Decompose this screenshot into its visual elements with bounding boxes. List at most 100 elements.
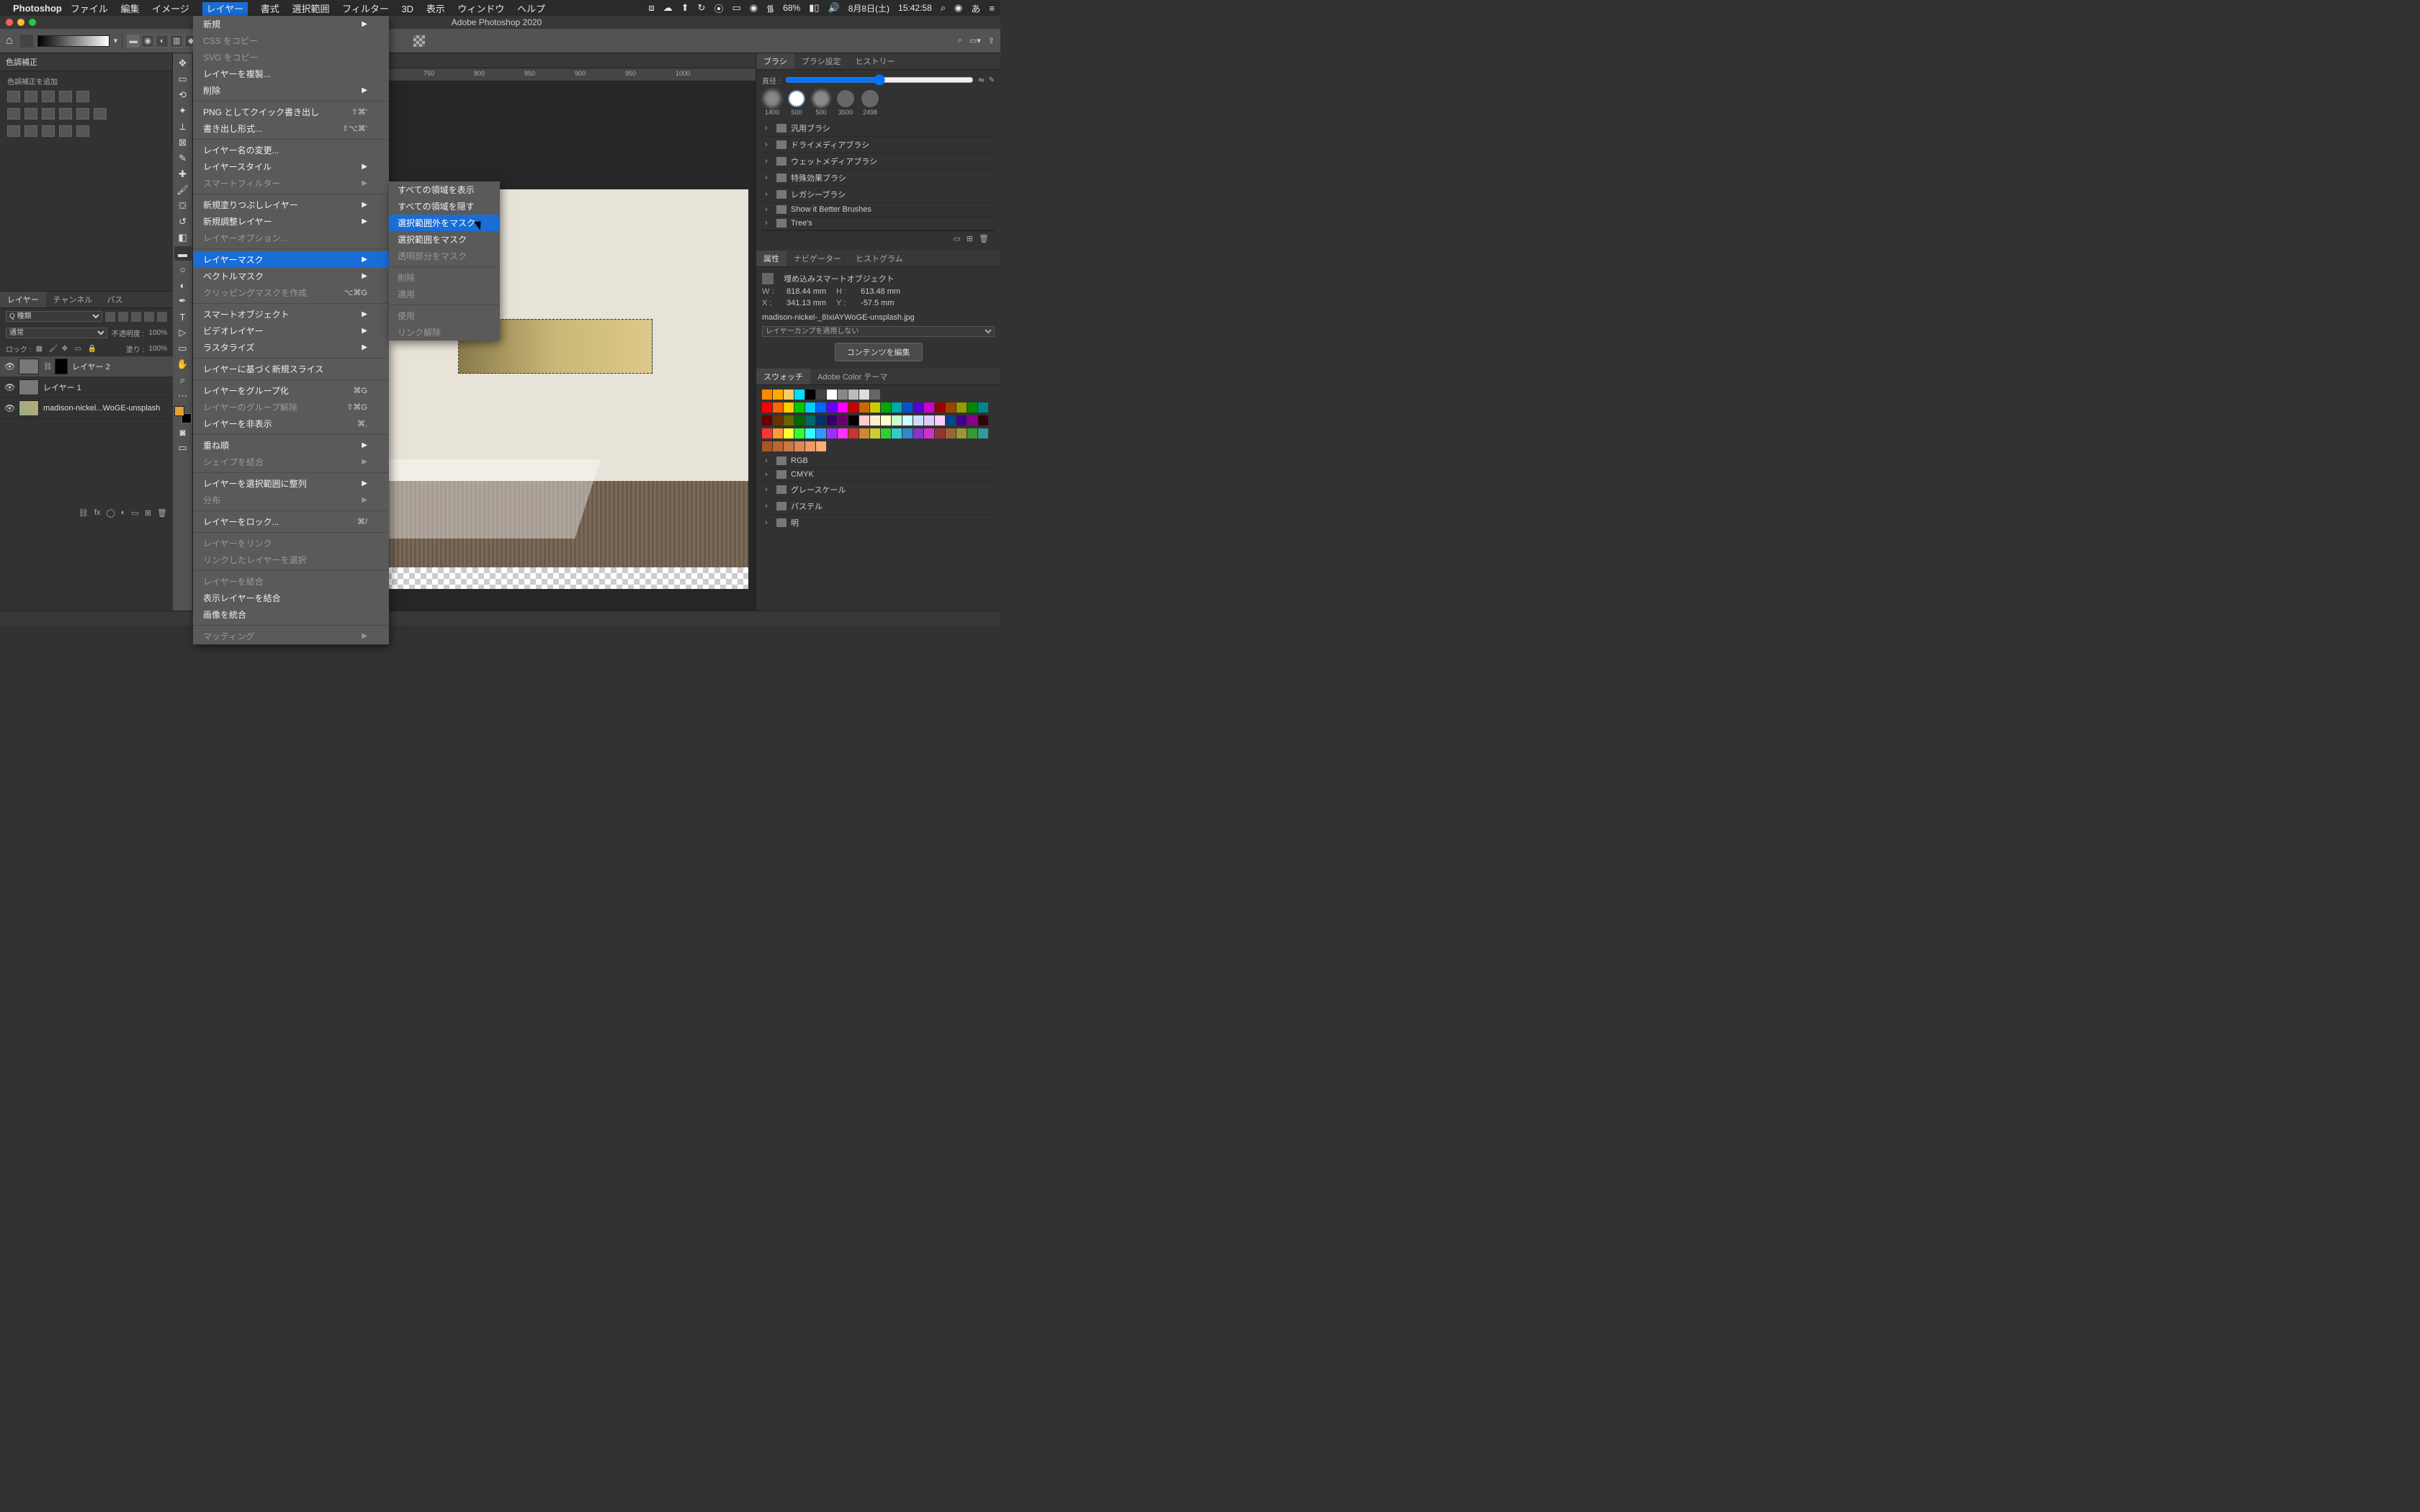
menu-item[interactable]: 画像を統合 — [193, 606, 389, 623]
frame-tool[interactable]: ⊠ — [174, 135, 192, 150]
layer-name[interactable]: madison-nickel...WoGE-unsplash — [43, 404, 160, 413]
tab-adobe-color[interactable]: Adobe Color テーマ — [810, 369, 895, 384]
exposure-icon[interactable] — [59, 91, 72, 102]
hue-icon[interactable] — [7, 108, 20, 120]
filter-text-icon[interactable] — [131, 312, 141, 322]
tool-preset-icon[interactable] — [20, 35, 33, 48]
swatch-folder[interactable]: ›RGB — [762, 454, 995, 468]
wifi-icon[interactable]: ◉ — [750, 2, 758, 14]
lock-trans-icon[interactable]: ▦ — [36, 345, 45, 354]
prop-x[interactable]: 341.13 mm — [786, 299, 826, 307]
display-icon[interactable]: ▭ — [732, 2, 740, 14]
app-name[interactable]: Photoshop — [13, 3, 62, 14]
lock-pos-icon[interactable]: ✥ — [62, 345, 71, 354]
new-brush-preset-icon[interactable]: ⊞ — [967, 234, 973, 243]
share-icon[interactable]: ⇪ — [988, 36, 995, 45]
menu-item[interactable]: レイヤーマスク▶ — [193, 251, 389, 268]
shape-tool[interactable]: ▭ — [174, 341, 192, 356]
menu-item[interactable]: レイヤーに基づく新規スライス — [193, 361, 389, 377]
new-group-icon[interactable]: ▭ — [131, 508, 138, 518]
filter-shape-icon[interactable] — [144, 312, 154, 322]
layer-filter-kind[interactable]: Q 種類 — [6, 311, 102, 322]
brush-size-slider[interactable] — [785, 74, 974, 86]
type-tool[interactable]: T — [174, 310, 192, 324]
blend-mode-select[interactable]: 通常 — [6, 328, 107, 338]
opacity-value[interactable]: 100% — [148, 329, 167, 337]
battery-text[interactable]: 68% — [783, 3, 800, 13]
brush-folder[interactable]: ›ドライメディアブラシ — [762, 137, 995, 153]
edit-contents-button[interactable]: コンテンツを編集 — [835, 343, 923, 361]
menu-item[interactable]: 新規調整レイヤー▶ — [193, 213, 389, 230]
swatch[interactable] — [784, 390, 794, 400]
color-balance-icon[interactable] — [24, 108, 37, 120]
menu-item[interactable]: PNG としてクイック書き出し⇧⌘' — [193, 104, 389, 120]
menu-item[interactable]: ラスタライズ▶ — [193, 339, 389, 356]
wifi2-icon[interactable]: ᯾ — [766, 1, 774, 14]
layer-row[interactable]: 👁 madison-nickel...WoGE-unsplash — [0, 398, 173, 419]
eraser-tool[interactable]: ◧ — [174, 230, 192, 245]
stamp-tool[interactable]: ⛋ — [174, 199, 192, 213]
curves-icon[interactable] — [42, 91, 55, 102]
new-layer-icon[interactable]: ⊞ — [145, 508, 151, 518]
submenu-item[interactable]: すべての領域を表示 — [389, 181, 500, 198]
move-tool[interactable]: ✥ — [174, 56, 192, 71]
layer-thumb[interactable] — [19, 400, 39, 416]
notification-icon[interactable]: ≡ — [989, 3, 995, 14]
dropbox-icon[interactable]: ⧈ — [648, 2, 654, 14]
link-layers-icon[interactable]: ⛓ — [79, 508, 89, 518]
menu-item[interactable]: ベクトルマスク▶ — [193, 268, 389, 284]
hand-tool[interactable]: ✋ — [174, 357, 192, 372]
volume-icon[interactable]: 🔊 — [828, 2, 840, 14]
gradient-tool[interactable]: ▬ — [174, 246, 192, 261]
brush-folder[interactable]: ›ウェットメディアブラシ — [762, 153, 995, 170]
gradient-linear[interactable]: ▬ — [127, 35, 140, 48]
prop-y[interactable]: -57.5 mm — [861, 299, 894, 307]
menu-item[interactable]: レイヤーを非表示⌘, — [193, 415, 389, 432]
visibility-icon[interactable]: 👁 — [4, 361, 14, 372]
menu-item[interactable]: 新規▶ — [193, 16, 389, 32]
swatch-folder[interactable]: ›CMYK — [762, 468, 995, 482]
filter-adjust-icon[interactable] — [118, 312, 128, 322]
tab-swatches[interactable]: スウォッチ — [756, 369, 810, 384]
workspace-icon[interactable]: ▭▾ — [969, 36, 981, 45]
gradient-dropdown-icon[interactable]: ▾ — [114, 36, 118, 45]
swatch-folder[interactable]: ›明 — [762, 515, 995, 531]
menu-window[interactable]: ウィンドウ — [457, 4, 504, 14]
swatch-folder[interactable]: ›グレースケール — [762, 482, 995, 498]
menu-item[interactable]: 重ね順▶ — [193, 437, 389, 454]
time-machine-icon[interactable]: ↻ — [698, 2, 706, 14]
layer-mask-thumb[interactable] — [55, 359, 68, 374]
brush-folder[interactable]: ›特殊効果ブラシ — [762, 170, 995, 186]
tab-paths[interactable]: パス — [99, 292, 130, 307]
fg-color[interactable] — [174, 406, 184, 416]
eyedropper-tool[interactable]: ✎ — [174, 151, 192, 166]
minimize-button[interactable] — [17, 19, 24, 26]
new-fill-icon[interactable]: ◐ — [121, 508, 126, 518]
gradient-angle[interactable]: ◐ — [156, 35, 169, 48]
quickmask-tool[interactable]: ◙ — [174, 425, 192, 439]
adjustments-tab[interactable]: 色調補正 — [0, 53, 172, 71]
menu-item[interactable]: レイヤー名の変更... — [193, 142, 389, 158]
swatch[interactable] — [838, 390, 848, 400]
visibility-icon[interactable]: 👁 — [4, 403, 14, 413]
brush-tool[interactable]: 🖌 — [174, 183, 192, 197]
history-brush-tool[interactable]: ↺ — [174, 215, 192, 229]
delete-brush-icon[interactable]: 🗑 — [979, 234, 989, 243]
menu-layer[interactable]: レイヤー — [202, 2, 248, 16]
crop-tool[interactable]: ⟂ — [174, 120, 192, 134]
zoom-button[interactable] — [29, 19, 36, 26]
brush-folder[interactable]: ›レガシーブラシ — [762, 186, 995, 203]
menu-edit[interactable]: 編集 — [121, 4, 140, 14]
tab-channels[interactable]: チャンネル — [46, 292, 100, 307]
edit-toolbar[interactable]: ⋯ — [174, 389, 192, 403]
layer-comp-select[interactable]: レイヤーカンプを適用しない — [762, 326, 995, 337]
close-button[interactable] — [6, 19, 13, 26]
layer-name[interactable]: レイヤー 1 — [43, 382, 81, 393]
menu-item[interactable]: 削除▶ — [193, 82, 389, 99]
tab-brush-settings[interactable]: ブラシ設定 — [794, 53, 848, 69]
delete-layer-icon[interactable]: 🗑 — [157, 508, 167, 518]
swatch[interactable] — [805, 390, 815, 400]
spotlight-icon[interactable]: ⌕ — [941, 2, 946, 14]
swatch-folder[interactable]: ›パステル — [762, 498, 995, 515]
gradient-map-icon[interactable] — [59, 125, 72, 137]
